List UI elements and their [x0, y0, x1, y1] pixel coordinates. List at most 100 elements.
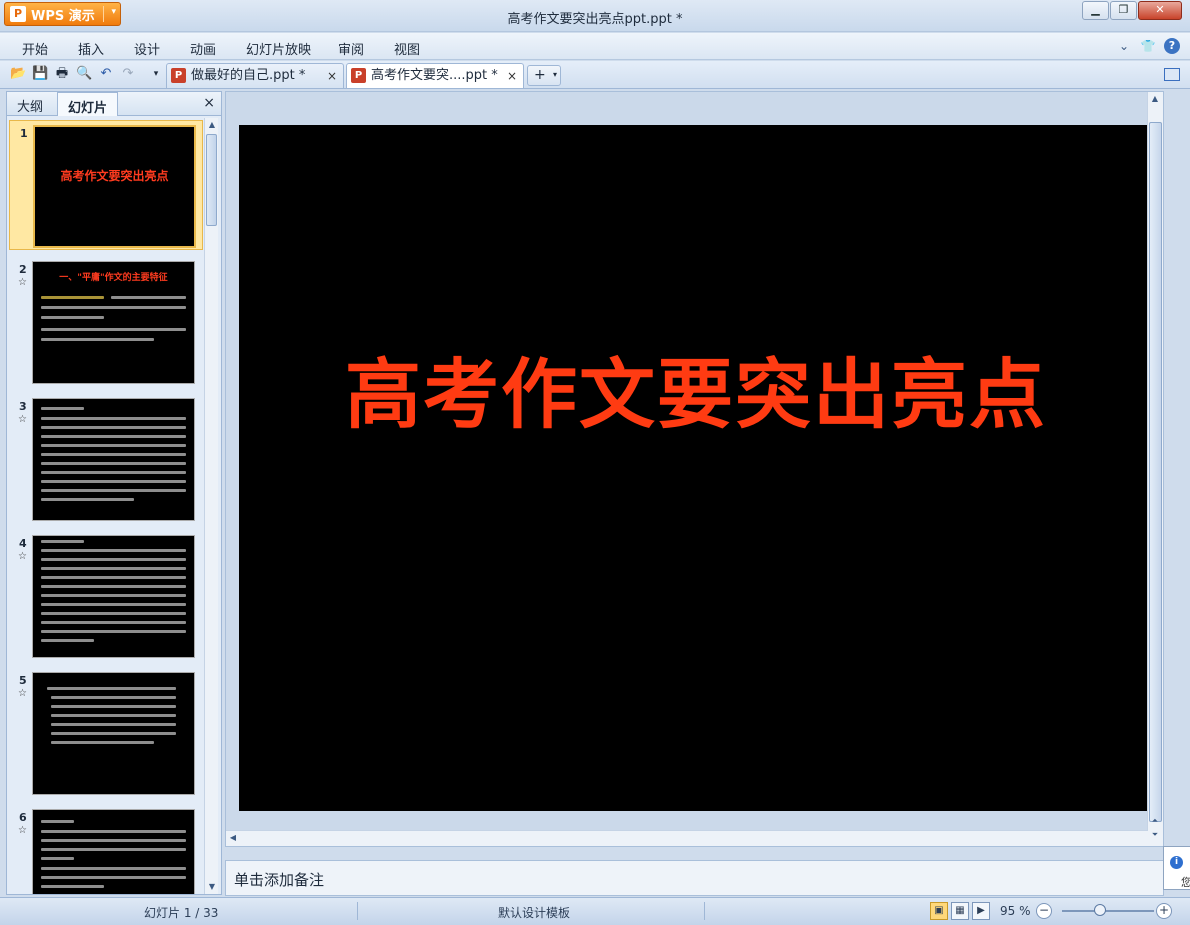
menu-review[interactable]: 审阅	[338, 39, 364, 58]
zoom-slider-knob[interactable]	[1094, 904, 1106, 916]
close-window-button[interactable]: ✕	[1138, 1, 1182, 20]
slide-thumbnail[interactable]: 6 ☆	[9, 805, 203, 894]
editor-vertical-scrollbar[interactable]: ▲ ⏶ ⏷	[1147, 92, 1163, 846]
slide-canvas[interactable]: 高考作文要突出亮点	[239, 125, 1153, 811]
animation-star-icon: ☆	[18, 688, 27, 699]
zoom-in-icon[interactable]: +	[1156, 903, 1172, 919]
menu-view[interactable]: 视图	[394, 39, 420, 58]
notes-pane[interactable]: 单击添加备注	[225, 860, 1164, 896]
slide-title[interactable]: 高考作文要突出亮点	[239, 333, 1153, 443]
plus-icon: +	[534, 67, 546, 83]
new-tab-dropdown-icon[interactable]: ▾	[553, 66, 557, 84]
slide-thumbnail[interactable]: 1 高考作文要突出亮点	[9, 120, 203, 250]
popup-text: 您	[1181, 876, 1190, 889]
text-line	[41, 338, 154, 341]
panel-scroll-thumb[interactable]	[206, 134, 217, 226]
zoom-out-icon[interactable]: −	[1036, 903, 1052, 919]
slide-preview-title: 高考作文要突出亮点	[60, 169, 169, 183]
close-tab-icon[interactable]: ×	[327, 64, 337, 88]
slide-number: 4	[19, 537, 27, 550]
scroll-left-icon[interactable]: ◀	[226, 831, 240, 845]
help-icon[interactable]: ?	[1164, 38, 1180, 54]
animation-star-icon: ☆	[18, 414, 27, 425]
text-line	[41, 462, 186, 465]
slideshow-view-icon[interactable]: ▶	[972, 902, 990, 920]
slide-sorter-view-icon[interactable]: ▦	[951, 902, 969, 920]
slide-preview	[32, 535, 195, 658]
quick-toolbar: 📂 💾 🖶 🔍 ↶ ↷ ▾ P 做最好的自己.ppt * × P 高考作文要突.…	[0, 61, 1190, 89]
scroll-up-icon[interactable]: ▲	[1148, 92, 1162, 106]
close-panel-icon[interactable]: ×	[203, 95, 215, 111]
text-line	[51, 741, 154, 744]
toolbar-dropdown-icon[interactable]: ▾	[148, 66, 164, 82]
notification-popup[interactable]: i 您	[1163, 846, 1190, 890]
menu-slideshow[interactable]: 幻灯片放映	[246, 39, 311, 58]
editor-horizontal-scrollbar[interactable]: ◀	[226, 830, 1148, 846]
menu-bar: 开始 插入 设计 动画 幻灯片放映 审阅 视图 ⌄ 👕 ?	[0, 33, 1190, 60]
text-line	[41, 407, 84, 410]
panel-scrollbar[interactable]: ▲ ▼	[204, 118, 218, 894]
previous-slide-icon[interactable]: ⏶	[1148, 814, 1162, 828]
print-icon[interactable]: 🖶	[54, 66, 70, 82]
text-line	[111, 296, 186, 299]
slide-number: 2	[19, 263, 27, 276]
shirt-icon[interactable]: 👕	[1140, 38, 1156, 54]
slide-thumbnail[interactable]: 4 ☆	[9, 531, 203, 661]
text-line	[51, 723, 176, 726]
open-folder-icon[interactable]: 📂	[10, 66, 26, 82]
slide-number: 1	[20, 127, 28, 140]
text-line	[41, 876, 186, 879]
slide-thumbnail[interactable]: 5 ☆	[9, 668, 203, 798]
slide-preview	[32, 672, 195, 795]
text-line	[41, 621, 186, 624]
doc-tab-1[interactable]: P 做最好的自己.ppt * ×	[166, 63, 344, 88]
slide-thumbnail[interactable]: 2 ☆ 一、"平庸"作文的主要特征	[9, 257, 203, 387]
maximize-button[interactable]: ❐	[1110, 1, 1137, 20]
scroll-up-icon[interactable]: ▲	[205, 118, 219, 132]
text-line	[41, 316, 104, 319]
minimize-button[interactable]: ▁	[1082, 1, 1109, 20]
text-line	[41, 306, 186, 309]
zoom-slider[interactable]	[1062, 910, 1154, 912]
notes-placeholder: 单击添加备注	[234, 871, 325, 889]
print-preview-icon[interactable]: 🔍	[76, 66, 92, 82]
undo-icon[interactable]: ↶	[98, 66, 114, 82]
chevron-down-icon[interactable]: ⌄	[1116, 38, 1132, 54]
text-line	[41, 453, 186, 456]
next-slide-icon[interactable]: ⏷	[1148, 828, 1162, 842]
slide-editor: 高考作文要突出亮点 ▲ ⏶ ⏷ ◀	[225, 91, 1164, 847]
close-tab-icon[interactable]: ×	[507, 64, 517, 88]
window-controls: ▁ ❐ ✕	[1082, 1, 1182, 20]
window-layout-icon[interactable]	[1164, 68, 1180, 81]
save-icon[interactable]: 💾	[32, 66, 48, 82]
slide-counter: 幻灯片 1 / 33	[144, 906, 219, 920]
menu-design[interactable]: 设计	[134, 39, 160, 58]
text-line	[41, 857, 74, 860]
redo-icon[interactable]: ↷	[120, 66, 136, 82]
animation-star-icon: ☆	[18, 551, 27, 562]
text-line	[41, 480, 186, 483]
tab-slides[interactable]: 幻灯片	[57, 92, 119, 116]
menu-insert[interactable]: 插入	[78, 39, 104, 58]
text-line	[41, 540, 84, 543]
text-line	[41, 612, 186, 615]
text-line	[41, 576, 186, 579]
scroll-down-icon[interactable]: ▼	[205, 880, 219, 894]
status-divider	[357, 902, 358, 920]
text-line	[41, 417, 186, 420]
tab-outline[interactable]: 大纲	[17, 96, 43, 115]
text-line	[41, 594, 186, 597]
slide-thumbnail[interactable]: 3 ☆	[9, 394, 203, 524]
text-line	[41, 498, 134, 501]
menu-animation[interactable]: 动画	[190, 39, 216, 58]
text-line	[41, 549, 186, 552]
editor-scroll-thumb[interactable]	[1149, 122, 1162, 822]
slide-preview-title: 一、"平庸"作文的主要特征	[59, 273, 168, 283]
normal-view-icon[interactable]: ▣	[930, 902, 948, 920]
slide-number: 6	[19, 811, 27, 824]
menu-home[interactable]: 开始	[22, 39, 48, 58]
text-line	[41, 630, 186, 633]
text-line	[41, 867, 186, 870]
doc-tab-2[interactable]: P 高考作文要突....ppt * ×	[346, 63, 524, 88]
new-tab-button[interactable]: + ▾	[527, 65, 561, 86]
